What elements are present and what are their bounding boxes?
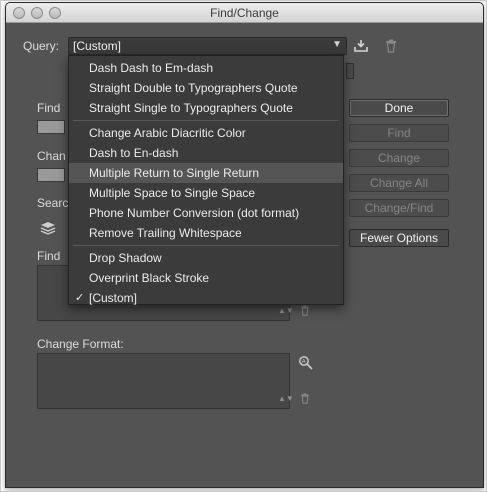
- fewer-options-button[interactable]: Fewer Options: [349, 229, 449, 247]
- find-what-label: Find: [37, 101, 61, 115]
- change-format-box[interactable]: [37, 353, 290, 409]
- svg-text:A: A: [302, 359, 307, 366]
- menu-separator: [73, 120, 339, 121]
- find-format-label: Find: [37, 249, 61, 263]
- menu-item-dash-dash-to-em-dash[interactable]: Dash Dash to Em-dash: [69, 58, 343, 78]
- query-label: Query:: [23, 39, 60, 53]
- panel-tab-edge: [346, 63, 354, 79]
- query-dropdown[interactable]: [Custom] ▼: [68, 37, 347, 55]
- menu-item-change-arabic-diacritic-color[interactable]: Change Arabic Diacritic Color: [69, 123, 343, 143]
- checkmark-icon: ✓: [75, 292, 85, 304]
- menu-item-straight-double-quote[interactable]: Straight Double to Typographers Quote: [69, 78, 343, 98]
- query-dropdown-menu: Dash Dash to Em-dash Straight Double to …: [68, 55, 344, 305]
- change-all-button[interactable]: Change All: [349, 174, 449, 192]
- change-format-scroll-arrows[interactable]: ▲▼: [278, 394, 294, 403]
- menu-item-dash-to-en-dash[interactable]: Dash to En-dash: [69, 143, 343, 163]
- find-change-window: Find/Change Query: [Custom] ▼ Find Chan …: [5, 2, 484, 488]
- find-button[interactable]: Find: [349, 124, 449, 142]
- change-format-swatch[interactable]: [37, 168, 65, 182]
- change-find-button[interactable]: Change/Find: [349, 199, 449, 217]
- find-format-swatch[interactable]: [37, 120, 65, 134]
- search-scope-icon[interactable]: [39, 221, 57, 238]
- change-button[interactable]: Change: [349, 149, 449, 167]
- menu-item-remove-trailing-whitespace[interactable]: Remove Trailing Whitespace: [69, 223, 343, 243]
- save-query-icon[interactable]: [353, 39, 369, 56]
- search-label: Searc: [37, 196, 69, 210]
- delete-query-icon[interactable]: [385, 39, 397, 56]
- window-title: Find/Change: [210, 6, 279, 20]
- menu-separator: [73, 245, 339, 246]
- change-format-clear-icon[interactable]: [300, 393, 310, 407]
- change-format-label: Change Format:: [37, 337, 124, 351]
- menu-item-multiple-space[interactable]: Multiple Space to Single Space: [69, 183, 343, 203]
- change-to-label: Chan: [37, 149, 66, 163]
- menu-item-multiple-return[interactable]: Multiple Return to Single Return: [69, 163, 343, 183]
- title-bar: Find/Change: [6, 3, 483, 23]
- chevron-down-icon: ▼: [332, 39, 342, 50]
- menu-item-phone-number-conversion[interactable]: Phone Number Conversion (dot format): [69, 203, 343, 223]
- done-button[interactable]: Done: [349, 99, 449, 117]
- menu-item-drop-shadow[interactable]: Drop Shadow: [69, 248, 343, 268]
- menu-item-straight-single-quote[interactable]: Straight Single to Typographers Quote: [69, 98, 343, 118]
- specify-format-icon[interactable]: A: [298, 355, 314, 374]
- menu-item-custom-label: [Custom]: [89, 291, 138, 305]
- query-dropdown-value: [Custom]: [73, 39, 122, 53]
- menu-item-overprint-black-stroke[interactable]: Overprint Black Stroke: [69, 268, 343, 288]
- menu-item-custom[interactable]: ✓ [Custom]: [69, 288, 343, 308]
